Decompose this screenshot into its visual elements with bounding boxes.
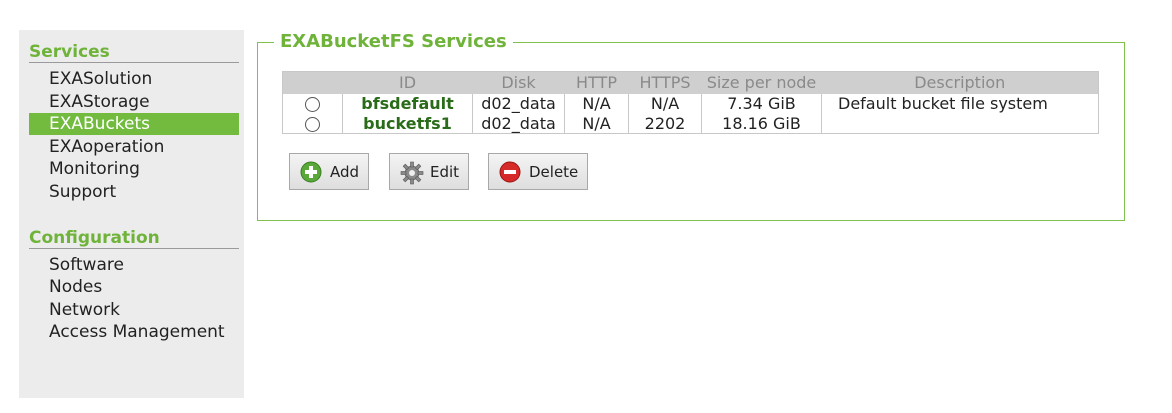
table-row[interactable]: bfsdefault d02_data N/A N/A 7.34 GiB Def…: [283, 93, 1099, 114]
column-header-https: HTTPS: [628, 71, 702, 94]
bucket-https: N/A: [628, 93, 702, 114]
row-select-radio[interactable]: [305, 116, 320, 132]
sidebar-item-exabuckets[interactable]: EXABuckets: [29, 113, 239, 135]
delete-button[interactable]: Delete: [488, 153, 588, 190]
buckets-table: ID Disk HTTP HTTPS Size per node Descrip…: [282, 71, 1099, 134]
column-header-select: [282, 71, 343, 94]
bucket-disk: d02_data: [472, 93, 565, 114]
sidebar: Services EXASolution EXAStorage EXABucke…: [19, 30, 244, 398]
delete-button-label: Delete: [529, 162, 579, 181]
edit-button-label: Edit: [430, 162, 460, 181]
column-header-size: Size per node: [701, 71, 822, 94]
bucket-https: 2202: [628, 113, 702, 134]
bucket-description: Default bucket file system: [821, 93, 1099, 114]
bucket-disk: d02_data: [472, 113, 565, 134]
plus-circle-icon: [300, 161, 322, 183]
row-select-radio[interactable]: [305, 97, 320, 112]
sidebar-item-exasolution[interactable]: EXASolution: [29, 68, 239, 90]
table-header-row: ID Disk HTTP HTTPS Size per node Descrip…: [282, 71, 1099, 94]
sidebar-item-exastorage[interactable]: EXAStorage: [29, 91, 239, 113]
panel-title: EXABucketFS Services: [274, 31, 513, 53]
table-row[interactable]: bucketfs1 d02_data N/A 2202 18.16 GiB: [283, 113, 1099, 134]
bucket-size: 18.16 GiB: [701, 113, 822, 134]
bucket-http: N/A: [564, 93, 629, 114]
column-header-id: ID: [342, 71, 473, 94]
gear-icon: [400, 161, 424, 184]
column-header-disk: Disk: [472, 71, 565, 94]
add-button-label: Add: [330, 162, 360, 181]
bucket-http: N/A: [564, 113, 629, 134]
sidebar-item-monitoring[interactable]: Monitoring: [29, 158, 239, 180]
bucket-size: 7.34 GiB: [701, 93, 822, 114]
add-button[interactable]: Add: [289, 153, 369, 190]
edit-button[interactable]: Edit: [389, 153, 469, 190]
sidebar-item-network[interactable]: Network: [29, 299, 239, 321]
services-heading: Services: [29, 42, 239, 63]
minus-circle-icon: [499, 161, 521, 183]
sidebar-item-software[interactable]: Software: [29, 254, 239, 276]
sidebar-item-exaoperation[interactable]: EXAoperation: [29, 136, 239, 158]
sidebar-item-support[interactable]: Support: [29, 181, 239, 203]
bucket-id: bucketfs1: [342, 113, 473, 134]
bucket-id: bfsdefault: [342, 93, 473, 114]
sidebar-item-nodes[interactable]: Nodes: [29, 276, 239, 298]
column-header-description: Description: [821, 71, 1099, 94]
configuration-heading: Configuration: [29, 228, 239, 249]
bucketfs-services-panel: EXABucketFS Services ID Disk HTTP HTTPS …: [257, 31, 1125, 221]
bucket-description: [821, 113, 1099, 134]
sidebar-item-access-management[interactable]: Access Management: [29, 321, 239, 343]
column-header-http: HTTP: [564, 71, 629, 94]
